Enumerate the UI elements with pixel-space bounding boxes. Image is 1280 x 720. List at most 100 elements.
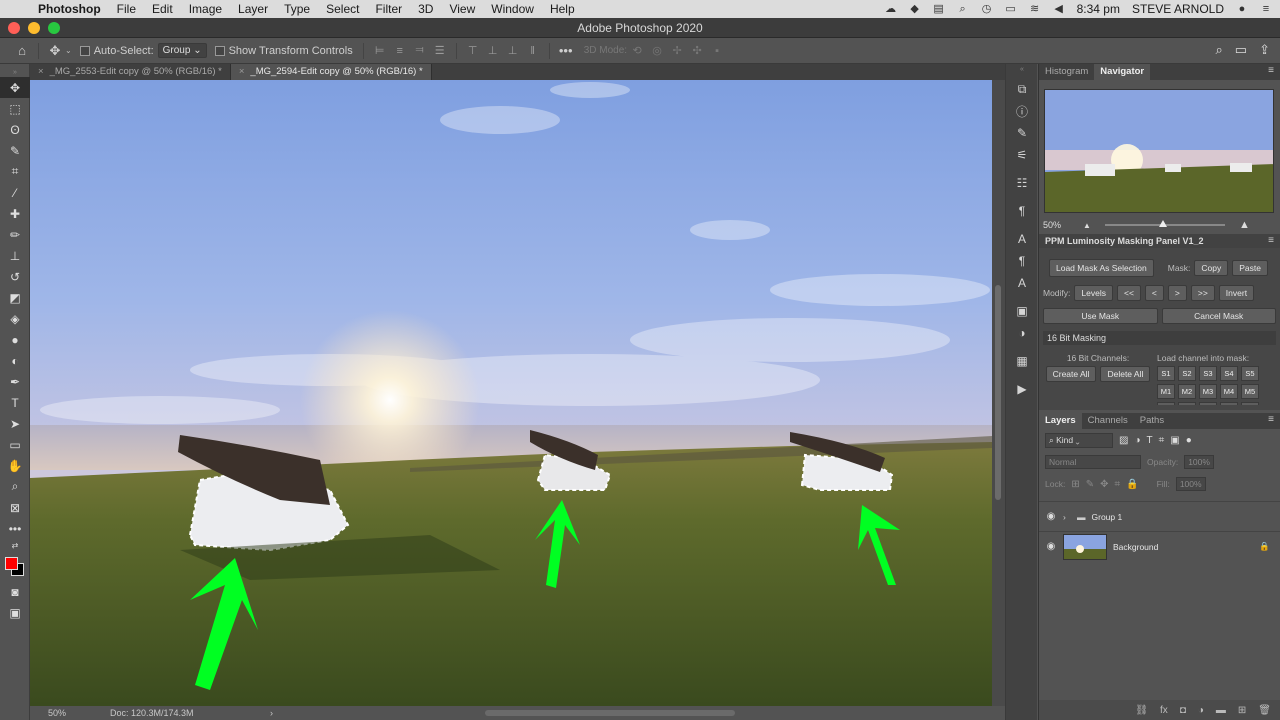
menu-filter[interactable]: Filter [367, 2, 410, 16]
3d-orbit-icon[interactable]: ⟲ [627, 44, 647, 57]
styles-icon[interactable]: ◑ [1006, 322, 1038, 344]
vertical-scrollbar[interactable] [992, 80, 1005, 706]
levels-button[interactable]: Levels [1074, 285, 1113, 301]
brush-tool-icon[interactable]: ✏ [0, 224, 30, 245]
lock-all-icon[interactable]: 🔒 [1126, 479, 1138, 490]
link-layers-icon[interactable]: ⛓ [1135, 705, 1148, 716]
3d-drag-icon[interactable]: ✢ [667, 44, 687, 57]
lock-position-icon[interactable]: ✥ [1100, 479, 1108, 490]
menu-view[interactable]: View [441, 2, 483, 16]
character-styles-icon[interactable]: A [1006, 272, 1038, 294]
3d-slide-icon[interactable]: ✣ [687, 44, 707, 57]
use-mask-button[interactable]: Use Mask [1043, 308, 1158, 324]
eyedropper-tool-icon[interactable]: ⁄ [0, 182, 30, 203]
menu-image[interactable]: Image [181, 2, 230, 16]
channel-h2-button[interactable]: H2 [1178, 402, 1196, 405]
navigator-preview[interactable] [1044, 89, 1274, 213]
channel-m5-button[interactable]: M5 [1241, 384, 1259, 399]
properties-icon[interactable]: ☷ [1006, 172, 1038, 194]
visibility-eye-icon[interactable]: ◉ [1039, 541, 1063, 552]
menu-file[interactable]: File [109, 2, 144, 16]
channel-m1-button[interactable]: M1 [1157, 384, 1175, 399]
channel-s2-button[interactable]: S2 [1178, 366, 1196, 381]
home-icon[interactable]: ⌂ [12, 43, 32, 58]
opacity-field[interactable]: 100% [1184, 455, 1214, 469]
dropbox-icon[interactable]: ◆ [909, 3, 921, 15]
new-adjustment-layer-icon[interactable]: ◑ [1198, 705, 1204, 716]
swatches-icon[interactable]: ▦ [1006, 350, 1038, 372]
workspace-icon[interactable]: ▭ [1235, 42, 1247, 58]
brush-settings-icon[interactable]: ✎ [1006, 122, 1038, 144]
menu-select[interactable]: Select [318, 2, 367, 16]
screen-mode-icon[interactable]: ▣ [0, 602, 30, 623]
clock[interactable]: 8:34 pm [1077, 2, 1120, 16]
wifi-icon[interactable]: ≋ [1029, 3, 1041, 15]
channel-s3-button[interactable]: S3 [1199, 366, 1217, 381]
menu-help[interactable]: Help [542, 2, 583, 16]
foreground-color-swatch[interactable] [5, 557, 18, 570]
dodge-tool-icon[interactable]: ◐ [0, 350, 30, 371]
layer-name[interactable]: Group 1 [1092, 512, 1123, 522]
tab-histogram[interactable]: Histogram [1039, 64, 1094, 80]
align-top-edges-icon[interactable]: ⊤ [463, 44, 483, 57]
zoom-level[interactable]: 50% [30, 708, 82, 718]
layer-row-background[interactable]: ◉ Background 🔒 [1039, 531, 1280, 561]
create-all-button[interactable]: Create All [1045, 366, 1097, 382]
collapse-panels-icon[interactable]: « [1006, 64, 1038, 74]
channel-m4-button[interactable]: M4 [1220, 384, 1238, 399]
expand-chevron-icon[interactable]: › [1063, 512, 1077, 522]
quick-selection-tool-icon[interactable]: ✎ [0, 140, 30, 161]
align-bottom-edges-icon[interactable]: ⊥ [503, 44, 523, 57]
menu-layer[interactable]: Layer [230, 2, 276, 16]
tab-navigator[interactable]: Navigator [1094, 64, 1151, 80]
tab-paths[interactable]: Paths [1134, 413, 1170, 429]
paste-mask-button[interactable]: Paste [1232, 260, 1268, 276]
move-tool-icon[interactable]: ✥ [45, 43, 65, 59]
document-icon[interactable]: ▤ [933, 3, 945, 15]
edit-toolbar-icon[interactable]: ••• [0, 518, 30, 539]
panel-menu-icon[interactable]: ≡ [1268, 414, 1274, 425]
search-icon[interactable]: ⌕ [1216, 42, 1223, 58]
delete-all-button[interactable]: Delete All [1100, 366, 1151, 382]
show-transform-checkbox[interactable] [214, 45, 225, 56]
channel-h4-button[interactable]: H4 [1220, 402, 1238, 405]
document-tab-1[interactable]: × _MG_2553-Edit copy @ 50% (RGB/16) * [30, 64, 231, 80]
history-icon[interactable]: ⧉ [1006, 78, 1038, 100]
scroll-thumb[interactable] [995, 285, 1001, 500]
frame-tool-icon[interactable]: ⊠ [0, 497, 30, 518]
zoom-in-icon[interactable]: ▲ [1239, 219, 1250, 231]
filter-shape-icon[interactable]: ⌗ [1159, 435, 1165, 446]
more-options-icon[interactable]: ••• [556, 43, 576, 58]
close-tab-icon[interactable]: × [38, 66, 44, 77]
channel-h1-button[interactable]: H1 [1157, 402, 1175, 405]
filter-toggle-icon[interactable]: ● [1186, 435, 1192, 446]
filter-type-icon[interactable]: T [1147, 435, 1153, 446]
menu-window[interactable]: Window [483, 2, 542, 16]
character-icon[interactable]: A [1006, 228, 1038, 250]
tools-collapse-icon[interactable]: » [0, 67, 30, 77]
menu-app-name[interactable]: Photoshop [30, 2, 109, 16]
status-menu-chevron-icon[interactable]: › [270, 708, 273, 718]
expand-button[interactable]: > [1167, 285, 1187, 301]
chevron-down-icon[interactable]: ⌄ [65, 46, 72, 55]
libraries-icon[interactable]: ▣ [1006, 300, 1038, 322]
filter-pixel-icon[interactable]: ▨ [1119, 435, 1128, 446]
tab-layers[interactable]: Layers [1039, 413, 1082, 429]
paragraph-styles-icon[interactable]: ¶ [1006, 250, 1038, 272]
volume-icon[interactable]: ◀ [1053, 3, 1065, 15]
display-icon[interactable]: ▭ [1005, 3, 1017, 15]
copy-mask-button[interactable]: Copy [1194, 260, 1229, 276]
paint-bucket-tool-icon[interactable]: ◈ [0, 308, 30, 329]
visibility-eye-icon[interactable]: ◉ [1039, 511, 1063, 522]
marquee-tool-icon[interactable]: ⬚ [0, 98, 30, 119]
align-right-edges-icon[interactable]: ⫤ [410, 44, 430, 57]
lock-artboard-icon[interactable]: ⌗ [1115, 479, 1121, 490]
hand-tool-icon[interactable]: ✋ [0, 455, 30, 476]
color-swatches[interactable] [0, 551, 29, 581]
panel-menu-icon[interactable]: ≡ [1268, 65, 1274, 76]
rectangle-tool-icon[interactable]: ▭ [0, 434, 30, 455]
quick-mask-icon[interactable]: ◙ [0, 581, 30, 602]
filter-smart-object-icon[interactable]: ▣ [1170, 435, 1179, 446]
panel-menu-icon[interactable]: ≡ [1268, 234, 1274, 248]
adjustments-icon[interactable]: ⚟ [1006, 144, 1038, 166]
